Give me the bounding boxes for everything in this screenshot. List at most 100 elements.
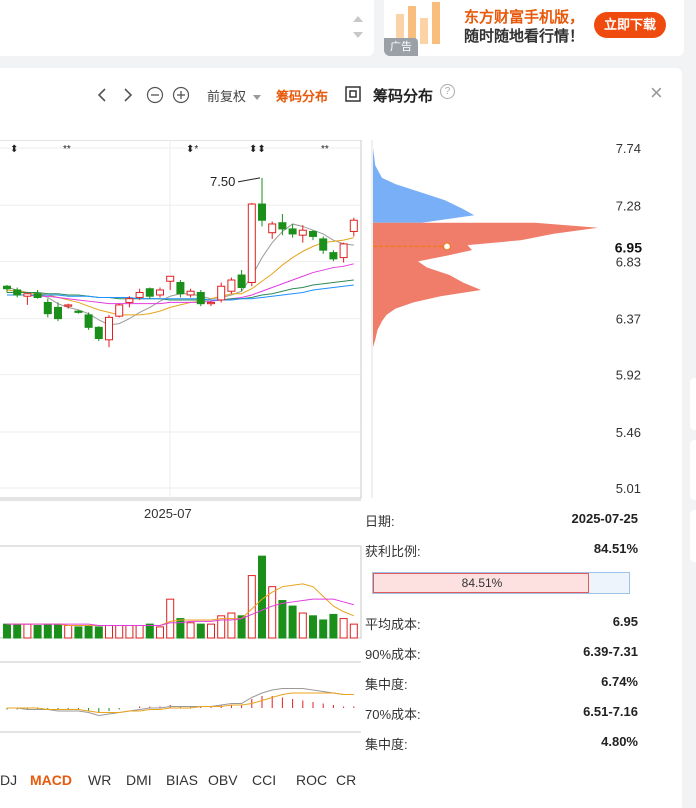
volume-bar bbox=[176, 618, 185, 639]
zoom-in-icon[interactable] bbox=[172, 86, 190, 104]
volume-bar bbox=[207, 623, 215, 639]
cost-70-value: 6.51-7.16 bbox=[583, 704, 638, 719]
candle-body bbox=[339, 243, 348, 259]
candle-body bbox=[54, 306, 62, 320]
volume-bar bbox=[105, 625, 113, 639]
top-panel bbox=[0, 0, 374, 56]
volume-bar bbox=[145, 623, 154, 639]
volume-bar bbox=[43, 623, 52, 639]
volume-bar bbox=[329, 613, 338, 639]
candle-body bbox=[74, 310, 83, 313]
current-price-label: 6.95 bbox=[615, 239, 642, 255]
avg-cost-label: 平均成本: bbox=[365, 617, 421, 632]
volume-bar bbox=[74, 626, 83, 639]
volume-bar bbox=[33, 625, 42, 639]
tab-wr[interactable]: WR bbox=[88, 772, 111, 788]
candle-body bbox=[278, 222, 287, 230]
candle-body bbox=[145, 288, 154, 297]
y-tick-label: 7.28 bbox=[616, 198, 641, 213]
ad-banner[interactable]: 广告 东方财富手机版， 随时随地看行情！ 立即下载 bbox=[384, 0, 684, 56]
cost-70-label: 70%成本: bbox=[365, 707, 421, 722]
profit-label: 获利比例: bbox=[365, 544, 421, 559]
profit-ratio-text: 84.51% bbox=[461, 576, 503, 590]
event-marker: ⬍* bbox=[186, 144, 198, 155]
candle-body bbox=[176, 282, 185, 295]
avg-cost-value: 6.95 bbox=[612, 614, 638, 629]
candle-body bbox=[298, 229, 307, 236]
scroll-arrows-icon[interactable] bbox=[350, 10, 366, 44]
tab-bias[interactable]: BIAS bbox=[166, 772, 198, 788]
adjust-label: 前复权 bbox=[207, 89, 247, 104]
ad-line-1: 东方财富手机版， bbox=[464, 9, 585, 26]
side-widget[interactable] bbox=[690, 378, 696, 430]
event-marker: ⬍⬍ bbox=[249, 144, 266, 155]
y-tick-label: 7.74 bbox=[616, 141, 641, 156]
caret-down-icon bbox=[252, 95, 261, 101]
volume-bar bbox=[278, 600, 287, 639]
cost-90-value: 6.39-7.31 bbox=[583, 644, 638, 659]
candle-body bbox=[105, 316, 113, 341]
tab-cr[interactable]: CR bbox=[336, 772, 356, 788]
chip-profit-area bbox=[373, 148, 475, 223]
event-marker: ** bbox=[63, 144, 71, 155]
candle-body bbox=[125, 298, 134, 303]
tab-macd[interactable]: MACD bbox=[30, 772, 72, 788]
candle-body bbox=[268, 223, 277, 234]
volume-bar bbox=[3, 623, 11, 639]
candle-body bbox=[13, 289, 22, 296]
candle-body bbox=[94, 326, 103, 340]
concentration-70-label: 集中度: bbox=[365, 737, 408, 752]
tab-cci[interactable]: CCI bbox=[252, 772, 276, 788]
volume-bar bbox=[125, 625, 134, 639]
side-widget[interactable] bbox=[690, 440, 696, 500]
candle-body bbox=[3, 285, 11, 290]
volume-bar bbox=[339, 618, 348, 639]
macd-dea-line bbox=[7, 692, 354, 713]
candle-body bbox=[288, 228, 297, 235]
chevron-left-icon[interactable] bbox=[95, 86, 109, 104]
volume-bar bbox=[94, 626, 103, 639]
chevron-right-icon[interactable] bbox=[121, 86, 135, 104]
ad-line-2: 随时随地看行情！ bbox=[464, 28, 585, 45]
concentration-90-value: 6.74% bbox=[601, 674, 638, 689]
candle-body bbox=[84, 314, 93, 328]
y-tick-label: 6.83 bbox=[616, 254, 641, 269]
y-tick-label: 6.37 bbox=[616, 312, 641, 327]
tab-dj[interactable]: DJ bbox=[0, 772, 17, 788]
candle-body bbox=[33, 293, 42, 298]
volume-bar bbox=[319, 619, 328, 639]
tab-dmi[interactable]: DMI bbox=[126, 772, 152, 788]
help-icon[interactable]: ? bbox=[440, 84, 455, 99]
volume-bar bbox=[84, 625, 93, 639]
zoom-out-icon[interactable] bbox=[146, 86, 164, 104]
y-tick-label: 5.46 bbox=[616, 425, 641, 440]
volume-bar bbox=[196, 623, 205, 639]
adjust-dropdown[interactable]: 前复权 bbox=[207, 86, 261, 105]
candle-body bbox=[237, 274, 246, 288]
candle-body bbox=[156, 289, 164, 296]
cost-90-label: 90%成本: bbox=[365, 647, 421, 662]
volume-bar bbox=[135, 625, 144, 639]
volume-bar bbox=[298, 612, 307, 639]
candle-body bbox=[23, 293, 32, 297]
candle-body bbox=[227, 279, 236, 292]
tab-obv[interactable]: OBV bbox=[208, 772, 238, 788]
date-value: 2025-07-25 bbox=[571, 511, 639, 526]
y-tick-label: 5.92 bbox=[616, 368, 641, 383]
candle-body bbox=[217, 285, 226, 301]
volume-bar bbox=[54, 623, 62, 639]
current-price-dot bbox=[442, 242, 452, 251]
tab-roc[interactable]: ROC bbox=[296, 772, 327, 788]
volume-bar bbox=[309, 615, 317, 639]
close-icon[interactable]: × bbox=[650, 82, 663, 104]
side-widget[interactable] bbox=[690, 510, 696, 562]
chip-toggle-button[interactable]: 筹码分布 bbox=[276, 86, 328, 105]
ad-tag: 广告 bbox=[384, 38, 418, 56]
candle-body bbox=[319, 238, 328, 251]
x-tick-label: 2025-07 bbox=[144, 506, 192, 521]
candle-body bbox=[135, 291, 144, 298]
candle-body bbox=[64, 304, 73, 307]
fullscreen-icon[interactable] bbox=[344, 85, 362, 103]
download-button[interactable]: 立即下载 bbox=[594, 12, 666, 38]
annotation-arrow bbox=[237, 177, 261, 183]
